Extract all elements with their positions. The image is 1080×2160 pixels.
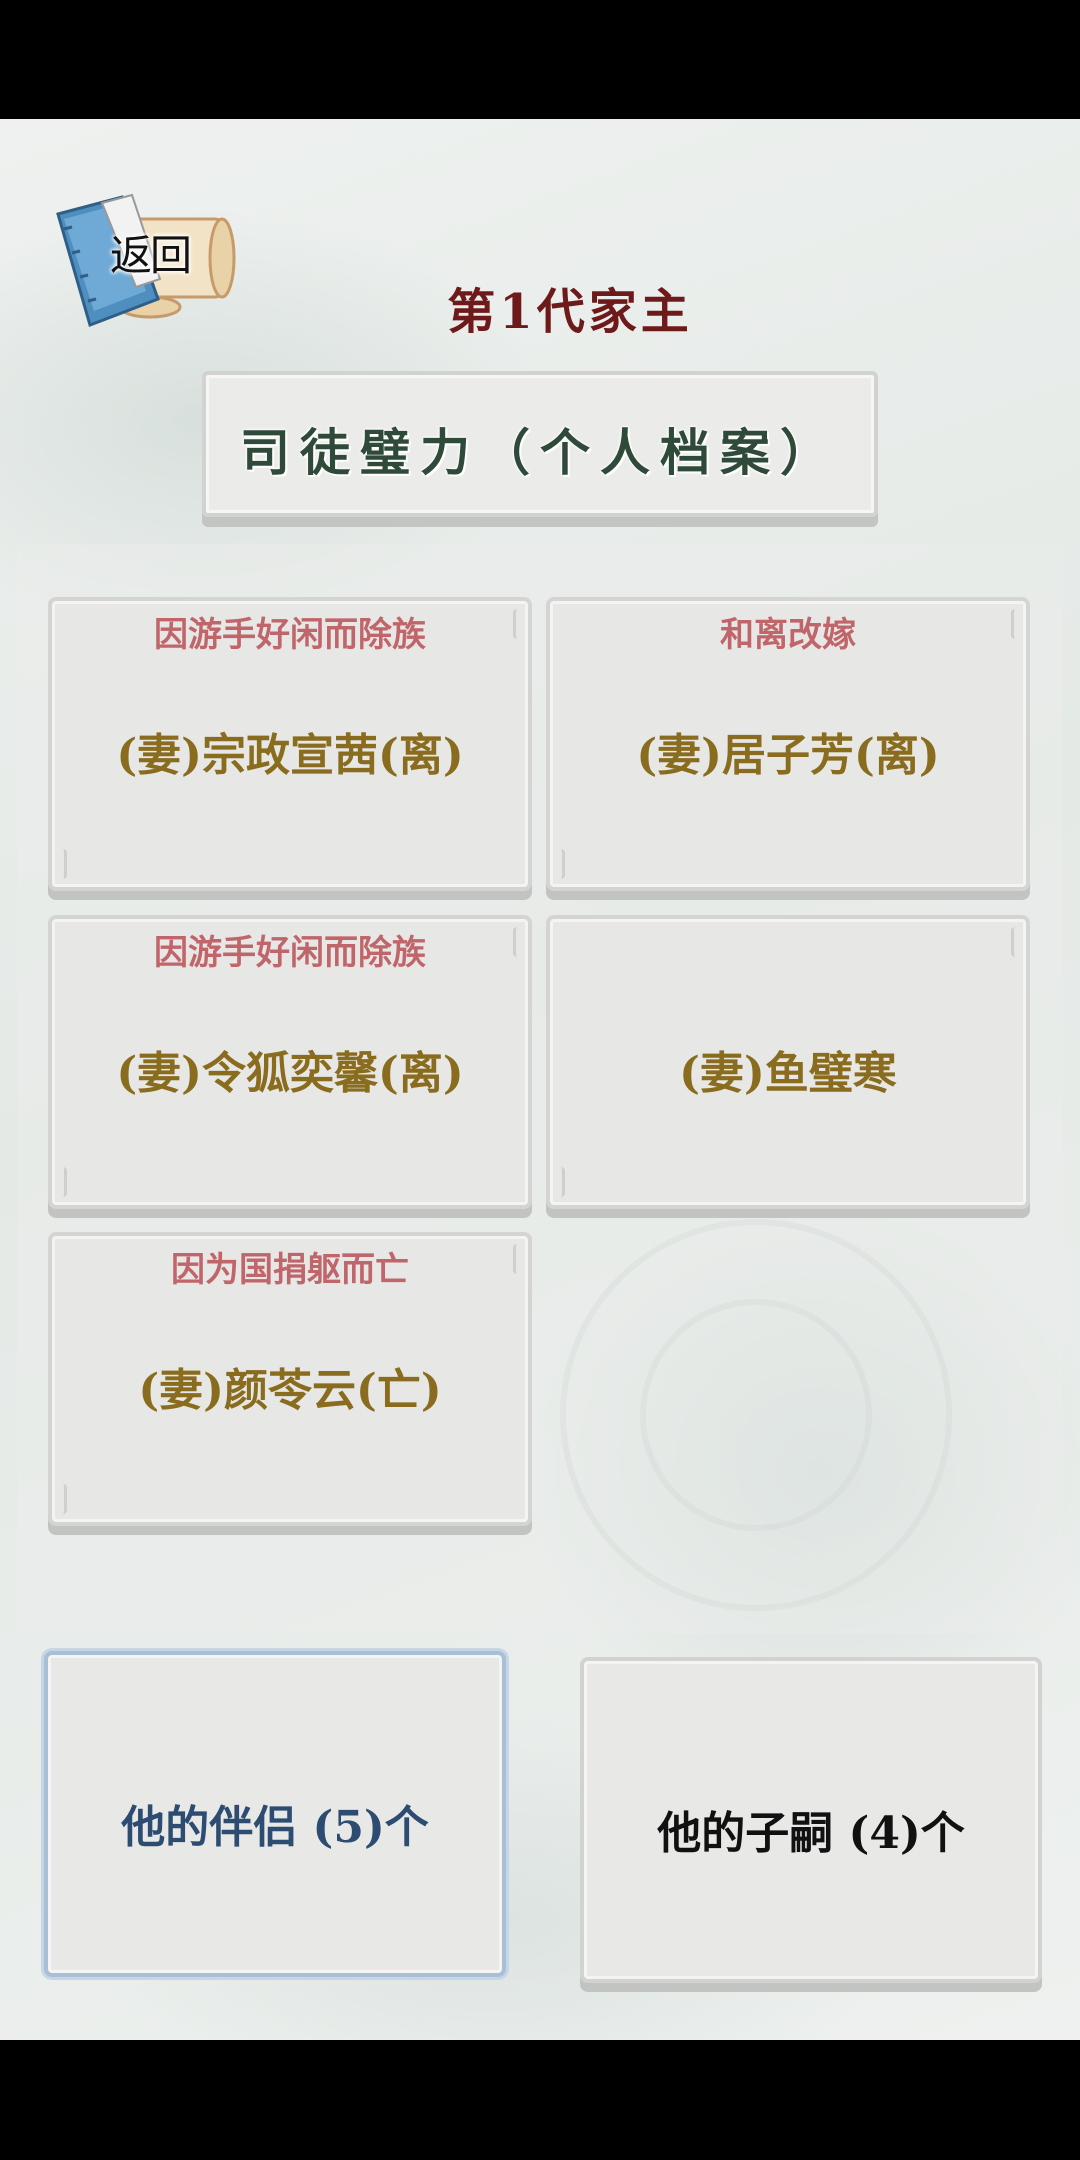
partners-tab-label: 他的伴侣 (5)个 xyxy=(121,1802,429,1853)
spouse-status-reason: 因为国捐躯而亡 xyxy=(171,1250,409,1290)
partners-tab-button[interactable]: 他的伴侣 (5)个 xyxy=(44,1651,506,1977)
spouse-name: (妻)宗政宣茜(离) xyxy=(116,730,464,781)
spouse-card[interactable]: 因游手好闲而除族 (妻)令狐奕馨(离) xyxy=(48,915,532,1209)
spouse-card[interactable]: 和离改嫁 (妻)居子芳(离) xyxy=(546,597,1030,891)
children-tab-button[interactable]: 他的子嗣 (4)个 xyxy=(580,1657,1042,1983)
spouse-card[interactable]: 因为国捐躯而亡 (妻)颜苓云(亡) xyxy=(48,1232,532,1526)
spouse-card[interactable]: 因游手好闲而除族 (妻)宗政宣茜(离) xyxy=(48,597,532,891)
profile-name-plate: 司徒璧力（个人档案） xyxy=(202,371,878,517)
generation-title: 第1代家主 xyxy=(447,284,693,340)
spouse-card[interactable]: (妻)鱼璧寒 xyxy=(546,915,1030,1209)
spouse-name: (妻)居子芳(离) xyxy=(636,730,940,781)
spouse-name: (妻)颜苓云(亡) xyxy=(138,1365,442,1416)
spouse-name: (妻)令狐奕馨(离) xyxy=(116,1048,464,1099)
spouse-name: (妻)鱼璧寒 xyxy=(679,1048,897,1099)
navigation-bar-area xyxy=(0,2040,1080,2160)
game-screen: 返回 第1代家主 司徒璧力（个人档案） 因游手好闲而除族 (妻)宗政宣茜(离) … xyxy=(0,119,1080,2040)
spouse-status-reason: 和离改嫁 xyxy=(720,615,856,655)
profile-name: 司徒璧力（个人档案） xyxy=(240,423,840,482)
status-bar-area xyxy=(0,0,1080,119)
children-tab-label: 他的子嗣 (4)个 xyxy=(657,1808,965,1859)
spouse-status-reason: 因游手好闲而除族 xyxy=(154,615,426,655)
spouse-status-reason: 因游手好闲而除族 xyxy=(154,933,426,973)
